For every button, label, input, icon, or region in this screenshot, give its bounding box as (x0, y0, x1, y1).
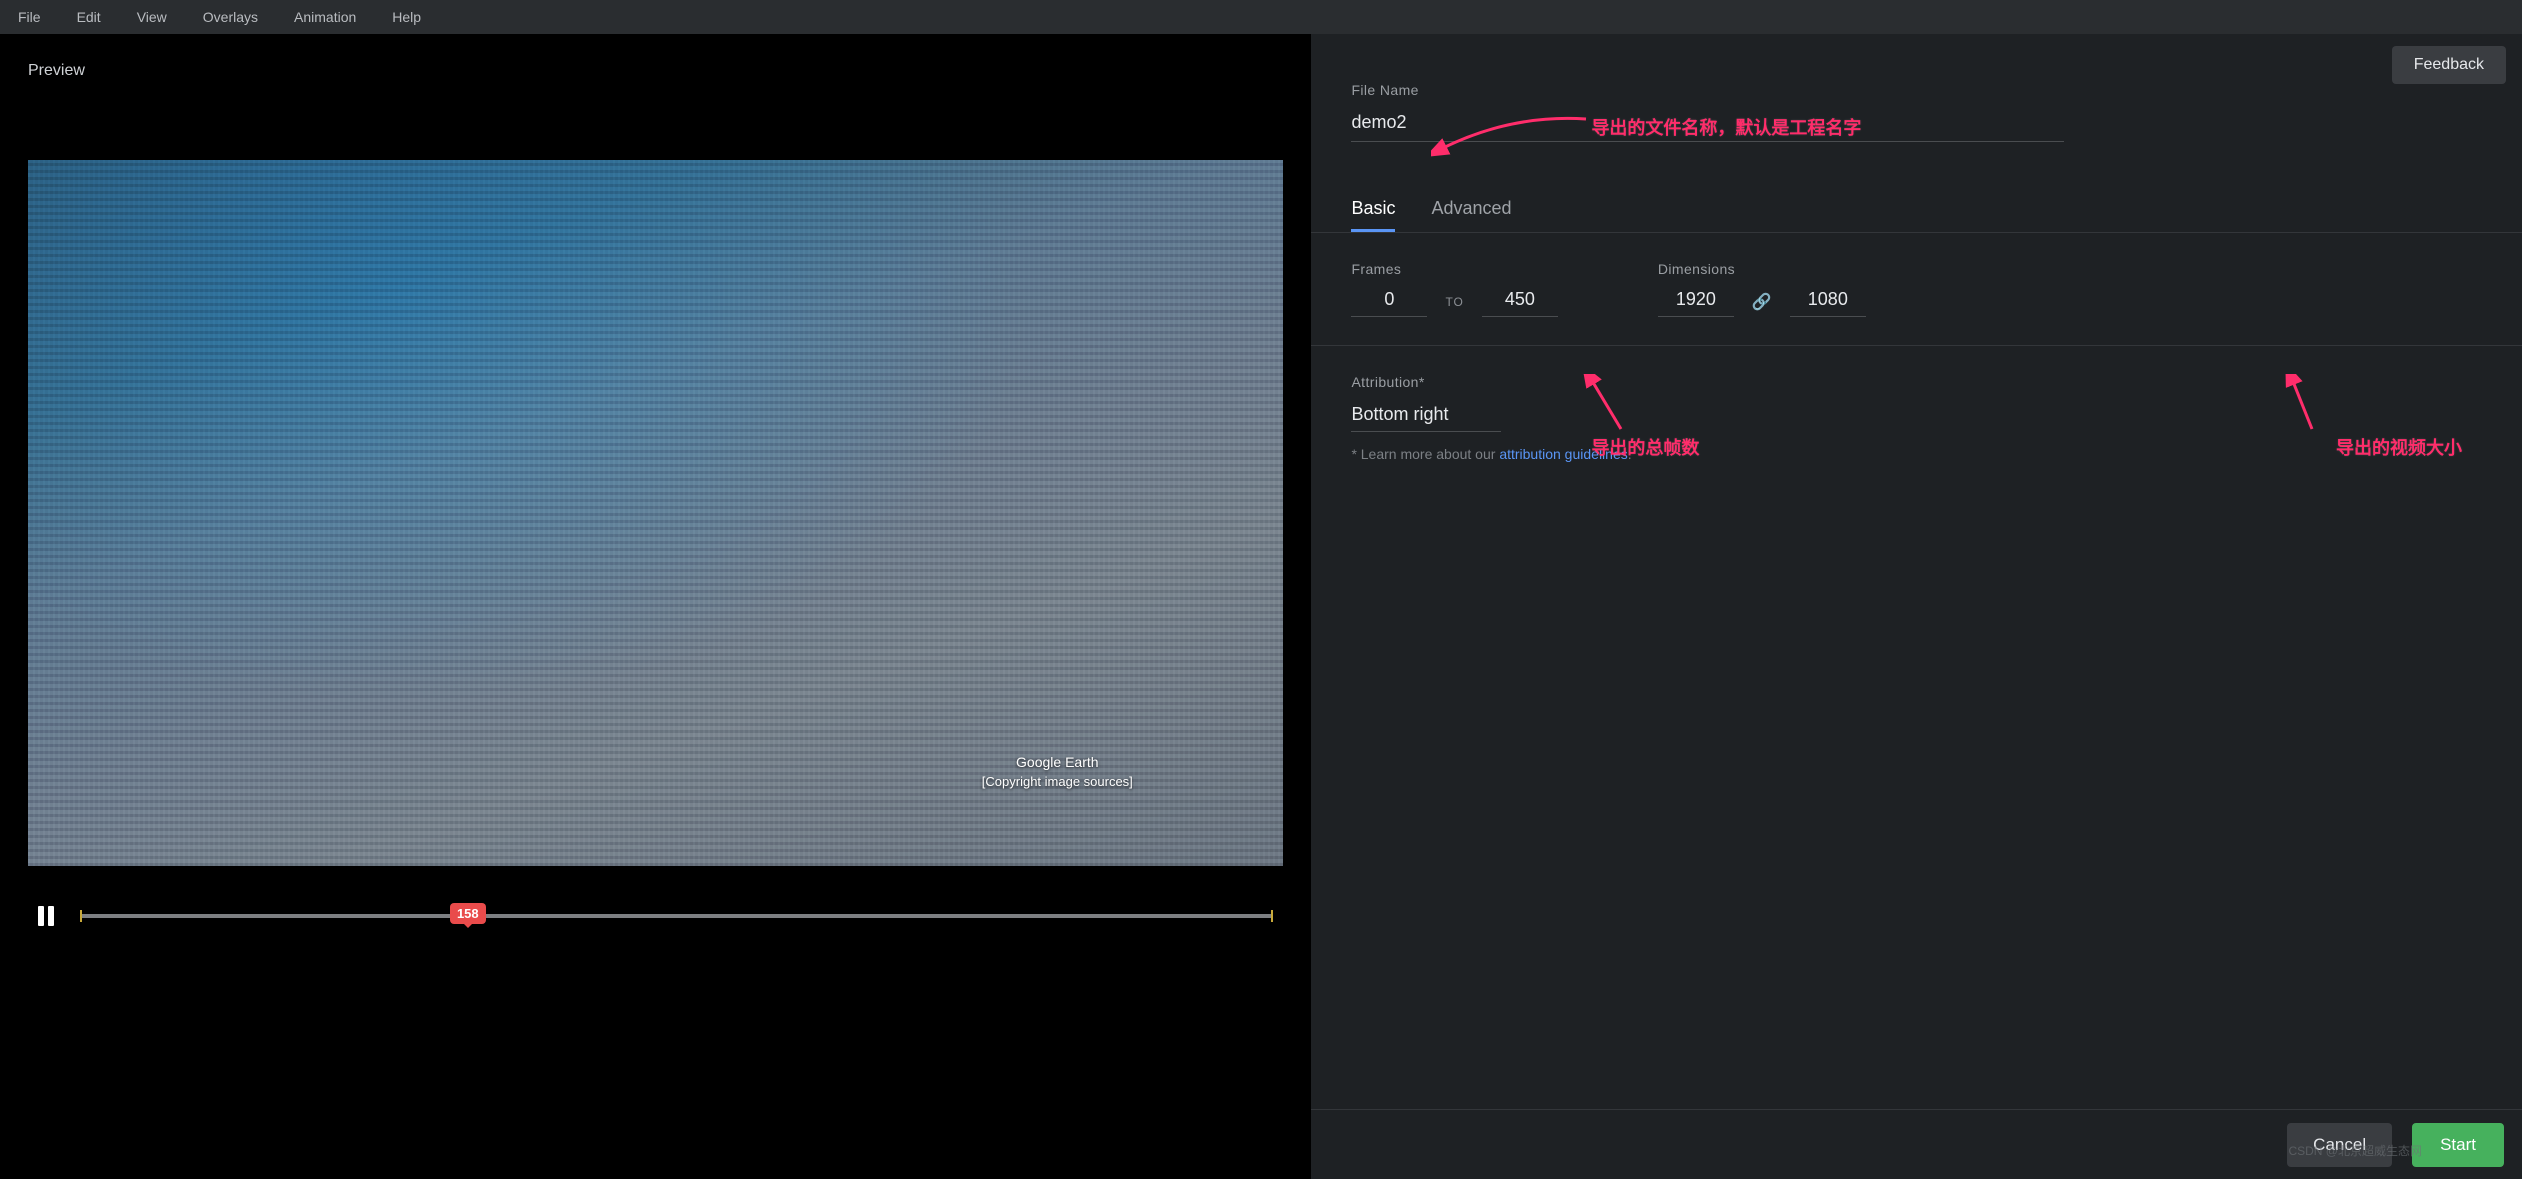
settings-panel: Feedback File Name Basic Advanced Frames… (1311, 34, 2522, 1179)
attribution-select[interactable]: Bottom right (1351, 400, 1501, 432)
tab-basic[interactable]: Basic (1351, 198, 1395, 232)
width-input[interactable] (1658, 287, 1734, 317)
feedback-button[interactable]: Feedback (2392, 46, 2506, 84)
menubar: File Edit View Overlays Animation Help (0, 0, 2522, 34)
file-name-input[interactable] (1351, 108, 2063, 142)
tabs: Basic Advanced (1351, 198, 2482, 232)
menu-help[interactable]: Help (392, 9, 421, 25)
pause-icon[interactable] (38, 906, 54, 926)
playhead[interactable]: 158 (450, 903, 486, 924)
link-icon[interactable]: 🔗 (1752, 292, 1772, 312)
start-button[interactable]: Start (2412, 1123, 2504, 1167)
attribution-link[interactable]: attribution guidelines (1499, 446, 1627, 462)
frames-from-input[interactable] (1351, 287, 1427, 317)
preview-watermark: Google Earth [Copyright image sources] (982, 754, 1133, 789)
preview-label: Preview (28, 62, 1283, 80)
footer: CSDN @北京超威生态网 Cancel Start (1311, 1109, 2522, 1179)
height-input[interactable] (1790, 287, 1866, 317)
menu-edit[interactable]: Edit (77, 9, 101, 25)
menu-overlays[interactable]: Overlays (203, 9, 258, 25)
dimensions-label: Dimensions (1658, 261, 1866, 277)
frames-label: Frames (1351, 261, 1557, 277)
timeline-track[interactable]: 158 (80, 914, 1273, 918)
attribution-help: * Learn more about our attribution guide… (1351, 446, 2482, 462)
tab-advanced[interactable]: Advanced (1431, 198, 1511, 232)
menu-file[interactable]: File (18, 9, 41, 25)
frames-to-separator: TO (1445, 295, 1463, 309)
cancel-button[interactable]: Cancel (2287, 1123, 2392, 1167)
playbar: 158 (28, 866, 1283, 940)
frames-to-input[interactable] (1482, 287, 1558, 317)
attribution-label: Attribution* (1351, 374, 2482, 390)
menu-animation[interactable]: Animation (294, 9, 356, 25)
preview-viewport[interactable]: Google Earth [Copyright image sources] (28, 160, 1283, 866)
menu-view[interactable]: View (137, 9, 167, 25)
file-name-label: File Name (1351, 82, 2482, 98)
preview-panel: Preview Google Earth [Copyright image so… (0, 34, 1311, 1179)
